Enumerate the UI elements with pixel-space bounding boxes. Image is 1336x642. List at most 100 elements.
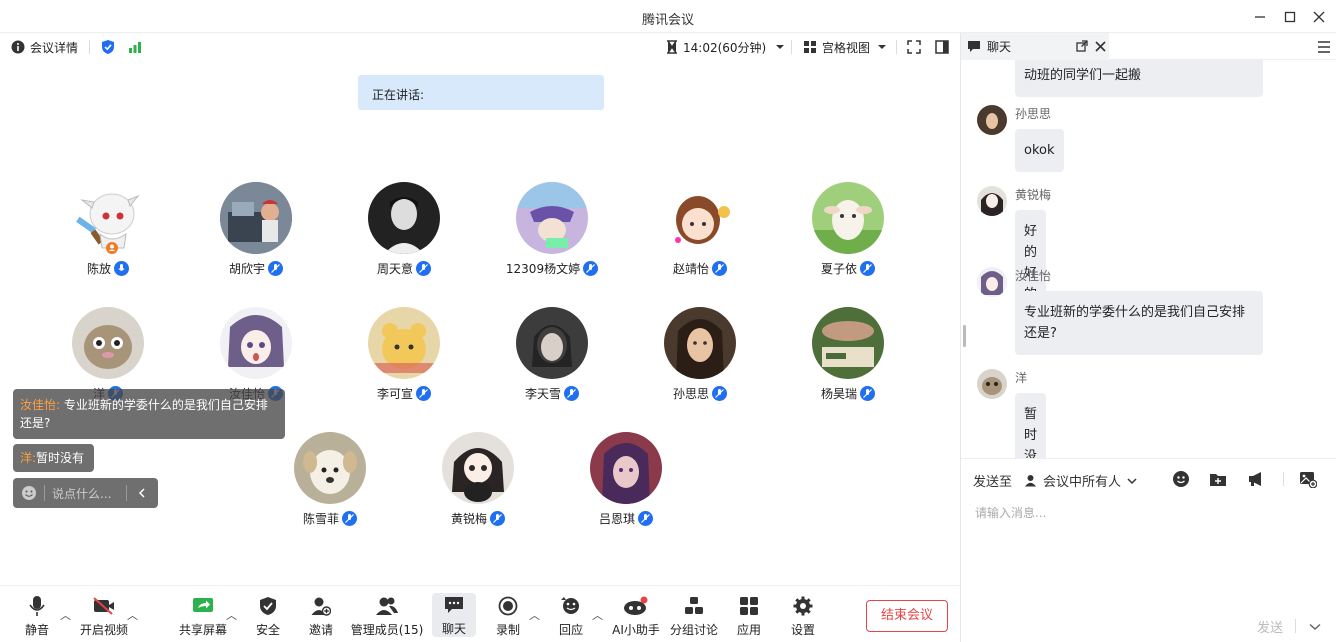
folder-icon — [1210, 474, 1226, 486]
view-mode-button[interactable]: 宫格视图 — [803, 37, 887, 57]
avatar — [294, 432, 366, 504]
user-icon — [1025, 475, 1037, 487]
avatar — [977, 369, 1007, 399]
participant-name: 陈放 — [48, 260, 168, 277]
chat-bubble: 专业班新的学委什么的是我们自己安排还是? — [1015, 291, 1263, 355]
avatar — [812, 182, 884, 254]
avatar — [977, 186, 1007, 216]
video-off-icon — [93, 597, 114, 615]
fullscreen-button[interactable] — [907, 37, 921, 57]
network-signal-button[interactable] — [128, 37, 142, 57]
share-screen-icon — [193, 598, 213, 612]
chat-input[interactable]: 请输入消息... — [975, 504, 1046, 521]
emoji-button[interactable] — [1171, 469, 1191, 489]
chat-sender-name: 汝佳怡 — [1015, 269, 1052, 283]
overlay-sender: 洋: — [20, 451, 37, 465]
chevron-down-icon[interactable] — [1309, 623, 1321, 631]
participant-tile[interactable]: 汝佳怡 — [196, 307, 316, 402]
avatar — [977, 267, 1007, 297]
participant-tile[interactable]: 12309杨文婷 — [492, 182, 612, 277]
file-button[interactable] — [1208, 469, 1228, 489]
screenshot-button[interactable] — [1298, 469, 1318, 489]
avatar — [368, 182, 440, 254]
participant-tile[interactable]: 胡欣宇 — [196, 182, 316, 277]
participant-tile[interactable]: 洋 — [48, 307, 168, 402]
overlay-input-placeholder[interactable]: 说点什么... — [52, 485, 111, 502]
minimize-button[interactable] — [1249, 6, 1271, 28]
send-to-selector[interactable]: 发送至 会议中所有人 — [973, 471, 1137, 490]
overlay-sender: 汝佳怡: — [20, 398, 61, 412]
share-screen-button[interactable]: 共享屏幕 — [178, 594, 228, 640]
participant-tile[interactable]: 李可宣 — [344, 307, 464, 402]
shield-check-icon — [102, 40, 114, 54]
chat-bubble: 暂时没有 — [1015, 393, 1047, 458]
chevron-left-icon[interactable] — [137, 488, 147, 498]
send-button[interactable]: 发送 — [1257, 617, 1283, 636]
participant-tile[interactable]: 赵靖怡 — [640, 182, 760, 277]
participant-tile[interactable]: 黄锐梅 — [418, 432, 538, 527]
microphone-muted-icon — [583, 261, 599, 276]
participant-name: 孙思思 — [640, 385, 760, 402]
tab-chat[interactable]: 聊天 — [961, 33, 1109, 60]
apps-button[interactable]: 应用 — [735, 594, 763, 640]
resize-handle[interactable] — [963, 325, 966, 347]
chevron-up-icon[interactable]: ︿ — [226, 607, 237, 623]
ai-robot-icon — [624, 596, 648, 615]
close-button[interactable] — [1308, 6, 1330, 28]
overlay-input-bar[interactable]: 说点什么... — [13, 478, 158, 508]
react-button[interactable]: 回应 — [557, 594, 585, 640]
video-button[interactable]: 开启视频 — [80, 594, 128, 640]
settings-button[interactable]: 设置 — [789, 594, 817, 640]
participant-name: 周天意 — [344, 260, 464, 277]
meeting-details-button[interactable]: 会议详情 — [11, 37, 78, 57]
avatar — [220, 307, 292, 379]
security-shield-button[interactable] — [101, 37, 115, 57]
participant-tile[interactable]: 陈雪菲 — [270, 432, 390, 527]
emoji-icon[interactable] — [21, 485, 37, 501]
close-icon — [1313, 11, 1325, 23]
record-button[interactable]: 录制 — [494, 594, 522, 640]
participant-tile[interactable]: 李天雪 — [492, 307, 612, 402]
chevron-up-icon[interactable]: ︿ — [592, 607, 603, 623]
chat-button[interactable]: 聊天 — [432, 593, 476, 637]
chevron-up-icon[interactable]: ︿ — [60, 607, 71, 623]
participant-tile[interactable]: 周天意 — [344, 182, 464, 277]
breakout-rooms-button[interactable]: 分组讨论 — [670, 594, 718, 640]
chevron-up-icon[interactable]: ︿ — [127, 607, 138, 623]
toggle-sidebar-button[interactable] — [935, 37, 949, 57]
participant-name: 陈雪菲 — [270, 510, 390, 527]
avatar — [516, 307, 588, 379]
chat-composer: 发送至 会议中所有人 请输入消息... 发送 — [961, 458, 1336, 642]
microphone-muted-icon — [564, 386, 579, 401]
maximize-button[interactable] — [1279, 6, 1301, 28]
meeting-timer-button[interactable]: 14:02(60分钟) — [666, 37, 785, 57]
mute-button[interactable]: 静音 — [22, 594, 52, 640]
emoji-icon — [1173, 471, 1189, 487]
participant-tile[interactable]: 孙思思 — [640, 307, 760, 402]
microphone-muted-icon — [860, 386, 875, 401]
close-icon[interactable] — [1095, 41, 1106, 52]
participant-name: 胡欣宇 — [196, 260, 316, 277]
ai-assistant-button[interactable]: AI小助手 — [612, 594, 660, 640]
security-button[interactable]: 安全 — [253, 594, 283, 640]
announcement-button[interactable] — [1246, 469, 1266, 489]
chat-overlay-message[interactable]: 洋:暂时没有 — [13, 444, 94, 472]
chat-overlay-message[interactable]: 汝佳怡: 专业班新的学委什么的是我们自己安排还是? — [13, 389, 285, 439]
participant-tile[interactable]: 夏子依 — [788, 182, 908, 277]
participant-tile[interactable]: 吕恩琪 — [566, 432, 686, 527]
info-icon — [11, 40, 25, 54]
chat-message-list[interactable]: 动班的同学们一起搬 孙思思 okok 黄锐梅 好的好的 汝佳怡 专业班新的学委什… — [961, 60, 1336, 458]
end-meeting-button[interactable]: 结束会议 — [866, 600, 948, 632]
participant-tile[interactable]: 杨昊瑞 — [788, 307, 908, 402]
invite-button[interactable]: 邀请 — [306, 594, 336, 640]
sidebar-panel-icon — [935, 40, 949, 54]
avatar — [664, 307, 736, 379]
menu-icon[interactable] — [1317, 41, 1331, 53]
participant-name: 吕恩琪 — [566, 510, 686, 527]
chevron-down-icon — [776, 45, 785, 49]
manage-members-button[interactable]: 管理成员(15) — [351, 594, 423, 640]
participant-tile[interactable]: 陈放 — [48, 182, 168, 277]
microphone-muted-icon — [268, 261, 283, 276]
chevron-up-icon[interactable]: ︿ — [529, 607, 540, 623]
pop-out-icon[interactable] — [1076, 40, 1088, 52]
